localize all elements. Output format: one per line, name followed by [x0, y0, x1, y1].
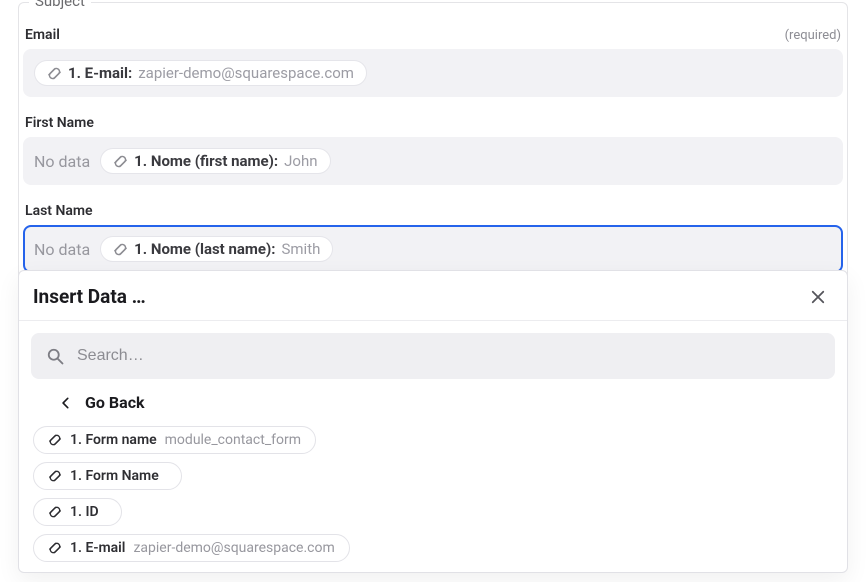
data-item[interactable]: 1. ID — [33, 498, 122, 526]
label-last-name: Last Name — [25, 203, 93, 219]
go-back-label: Go Back — [85, 393, 145, 412]
token-first-name-label: 1. Nome (first name): — [134, 152, 278, 170]
nodata-first-name: No data — [34, 152, 90, 171]
token-email-label: 1. E-mail: — [68, 64, 132, 82]
squarespace-icon — [48, 541, 62, 555]
input-email[interactable]: 1. E-mail: zapier-demo@squarespace.com — [23, 49, 843, 97]
token-email-value: zapier-demo@squarespace.com — [138, 64, 354, 82]
token-first-name[interactable]: 1. Nome (first name): John — [100, 148, 330, 174]
data-item-label: 1. ID — [70, 504, 99, 520]
token-last-name-value: Smith — [282, 240, 321, 258]
popover-title: Insert Data … — [33, 285, 146, 308]
search-box[interactable] — [31, 333, 835, 379]
data-item-label: 1. Form name — [70, 432, 157, 448]
field-email: Email (required) 1. E-mail: zapier-demo@… — [19, 27, 847, 97]
fieldset-legend: Subject — [29, 0, 91, 10]
token-email[interactable]: 1. E-mail: zapier-demo@squarespace.com — [34, 60, 367, 86]
field-last-name: Last Name No data 1. Nome (last name): S… — [19, 203, 847, 273]
squarespace-icon — [113, 154, 128, 169]
token-last-name-label: 1. Nome (last name): — [134, 240, 275, 258]
field-first-name: First Name No data 1. Nome (first name):… — [19, 115, 847, 185]
squarespace-icon — [47, 66, 62, 81]
squarespace-icon — [48, 433, 62, 447]
label-first-name: First Name — [25, 115, 94, 131]
search-input[interactable] — [75, 346, 821, 366]
squarespace-icon — [48, 505, 62, 519]
data-item[interactable]: 1. E-mail zapier-demo@squarespace.com — [33, 534, 350, 562]
data-item[interactable]: 1. Form Name — [33, 462, 182, 490]
data-items-list: 1. Form name module_contact_form 1. Form… — [31, 426, 835, 572]
data-item[interactable]: 1. Form name module_contact_form — [33, 426, 316, 454]
squarespace-icon — [48, 469, 62, 483]
token-first-name-value: John — [284, 152, 317, 170]
squarespace-icon — [113, 242, 128, 257]
chevron-left-icon — [59, 396, 73, 410]
token-last-name[interactable]: 1. Nome (last name): Smith — [100, 236, 333, 262]
data-item-value: zapier-demo@squarespace.com — [133, 540, 334, 556]
label-email: Email — [25, 27, 60, 43]
input-first-name[interactable]: No data 1. Nome (first name): John — [23, 137, 843, 185]
data-item-value: module_contact_form — [165, 432, 301, 448]
subject-fieldset: Subject Email (required) 1. E-mail: zapi… — [18, 2, 848, 292]
nodata-last-name: No data — [34, 240, 90, 259]
close-icon — [809, 288, 827, 306]
close-button[interactable] — [807, 286, 829, 308]
search-icon — [45, 346, 65, 366]
data-item-label: 1. E-mail — [70, 540, 125, 556]
hint-email-required: (required) — [785, 28, 841, 43]
insert-data-popover: Insert Data … Go Back 1. Form n — [18, 270, 848, 573]
data-item-label: 1. Form Name — [70, 468, 159, 484]
input-last-name[interactable]: No data 1. Nome (last name): Smith — [23, 225, 843, 273]
go-back-button[interactable]: Go Back — [31, 379, 835, 426]
